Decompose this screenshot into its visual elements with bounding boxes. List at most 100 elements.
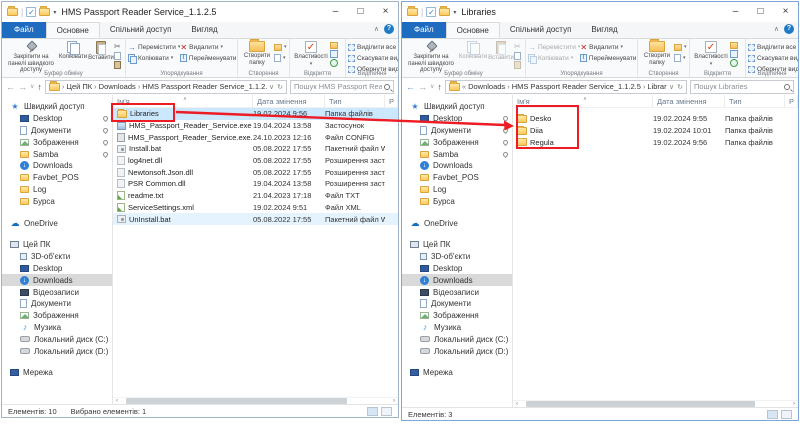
sidebar-item[interactable]: Desktop [402, 113, 512, 125]
sidebar-item[interactable]: Favbet_POS [402, 172, 512, 184]
rename-button[interactable]: IПерейменувати [180, 53, 236, 63]
qat-dropdown-icon[interactable]: ▾ [53, 9, 56, 16]
select-all-button[interactable]: Виділити все [348, 42, 398, 52]
select-all-button[interactable]: Виділити все [748, 42, 798, 52]
paste-shortcut-icon[interactable] [114, 61, 121, 69]
up-button[interactable]: ↑ [437, 82, 442, 92]
file-row[interactable]: UnInstall.bat 05.08.2022 17:55 Пакетний … [113, 213, 398, 225]
copy-to-button[interactable]: Копіювати▾ [128, 53, 180, 63]
minimize-button[interactable]: – [723, 2, 748, 22]
maximize-button[interactable]: □ [748, 2, 773, 22]
breadcrumb-segment[interactable]: HMS Passport Reader Service_1.1.2.5 [512, 82, 641, 91]
select-none-button[interactable]: Скасувати виділення [748, 53, 798, 63]
scrollbar-thumb[interactable] [526, 401, 755, 407]
ribbon-tab[interactable]: Основне [46, 22, 100, 38]
search-input[interactable]: Пошук Libraries [690, 80, 794, 94]
properties-qat-icon[interactable]: ✓ [26, 7, 36, 17]
sidebar-item[interactable]: Desktop [402, 263, 512, 275]
sidebar-item[interactable]: Favbet_POS [2, 172, 112, 184]
scroll-left-icon[interactable]: ‹ [113, 398, 121, 405]
qat-dropdown-icon[interactable]: ▾ [453, 9, 456, 16]
sidebar-item[interactable]: Downloads [402, 160, 512, 172]
open-icon[interactable] [330, 42, 338, 49]
ribbon-tab[interactable]: Вигляд [581, 22, 627, 38]
sidebar-item[interactable]: Локальний диск (C:) [2, 333, 112, 345]
icons-view-button[interactable] [781, 410, 792, 419]
history-icon[interactable] [730, 59, 738, 67]
sidebar-item[interactable]: Samba [2, 148, 112, 160]
sidebar-item[interactable]: Швидкий доступ [2, 101, 112, 113]
column-header-size[interactable]: Р [385, 95, 398, 108]
close-button[interactable]: × [373, 2, 398, 22]
pin-to-quick-access-button[interactable]: Закріпити на панелі швидкого доступу [404, 41, 458, 74]
back-button[interactable]: ← [6, 82, 15, 92]
sidebar-item[interactable]: Локальний диск (D:) [402, 345, 512, 357]
sidebar-item[interactable]: Мережа [402, 367, 512, 379]
properties-qat-icon[interactable]: ✓ [426, 7, 436, 17]
sidebar-item[interactable]: Музика [402, 322, 512, 334]
file-row[interactable]: Install.bat 05.08.2022 17:55 Пакетний фа… [113, 143, 398, 155]
breadcrumb-segment[interactable]: Цей ПК [66, 82, 92, 91]
quick-access-toolbar[interactable]: | ✓ ▾ [407, 7, 456, 17]
sidebar-item[interactable]: Downloads [2, 160, 112, 172]
column-header-date[interactable]: Дата змінення [653, 95, 725, 108]
back-button[interactable]: ← [406, 82, 415, 92]
tab-file[interactable]: Файл [402, 22, 446, 38]
refresh-icon[interactable]: ↻ [277, 83, 283, 91]
column-header-type[interactable]: Тип [325, 95, 385, 108]
column-header-type[interactable]: Тип [725, 95, 785, 108]
collapse-ribbon-icon[interactable]: ∧ [774, 25, 779, 33]
sidebar-item[interactable]: Швидкий доступ [402, 101, 512, 113]
file-row[interactable]: Diia 19.02.2024 10:01 Папка файлів [513, 125, 798, 137]
scroll-right-icon[interactable]: › [790, 401, 798, 408]
help-icon[interactable]: ? [384, 24, 394, 34]
sidebar-item[interactable]: Локальний диск (D:) [2, 345, 112, 357]
sidebar-item[interactable]: Зображення [2, 310, 112, 322]
sidebar-item[interactable]: Downloads [402, 274, 512, 286]
move-to-button[interactable]: →Перемістити▾ [528, 42, 580, 52]
address-dropdown-icon[interactable]: ∨ [269, 83, 274, 91]
edit-icon[interactable] [330, 50, 338, 58]
cut-icon[interactable]: ✂ [514, 42, 521, 51]
sidebar-item[interactable]: Зображення [402, 310, 512, 322]
copy-button[interactable]: Копіювати [458, 41, 488, 61]
ribbon-tab[interactable]: Спільний доступ [100, 22, 182, 38]
maximize-button[interactable]: □ [348, 2, 373, 22]
new-folder-button[interactable]: Створити папку [640, 41, 674, 66]
details-view-button[interactable] [767, 410, 778, 419]
file-row[interactable]: Newtonsoft.Json.dll 05.08.2022 17:55 Роз… [113, 166, 398, 178]
move-to-button[interactable]: →Перемістити▾ [128, 42, 180, 52]
scrollbar-thumb[interactable] [126, 398, 347, 404]
horizontal-scrollbar[interactable]: ‹ › [513, 400, 798, 407]
file-row[interactable]: HMS_Passport_Reader_Service.exe.config 2… [113, 131, 398, 143]
file-row[interactable]: ServiceSettings.xml 19.02.2024 9:51 Файл… [113, 202, 398, 214]
sidebar-item[interactable]: Цей ПК [2, 239, 112, 251]
sidebar-item[interactable]: Зображення [402, 136, 512, 148]
breadcrumb-segment[interactable]: Libraries [647, 82, 667, 91]
sidebar-item[interactable]: 3D-об'єкти [2, 251, 112, 263]
breadcrumb-segment[interactable]: Downloads [99, 82, 136, 91]
sidebar-item[interactable]: Цей ПК [402, 239, 512, 251]
collapse-ribbon-icon[interactable]: ∧ [374, 25, 379, 33]
sidebar-item[interactable]: Документи [2, 298, 112, 310]
file-row[interactable]: Desko 19.02.2024 9:55 Папка файлів [513, 113, 798, 125]
ribbon-tab[interactable]: Спільний доступ [500, 22, 582, 38]
horizontal-scrollbar[interactable]: ‹ › [113, 397, 398, 404]
sidebar-item[interactable]: 3D-об'єкти [402, 251, 512, 263]
sidebar-item[interactable]: Downloads [2, 274, 112, 286]
sidebar-item[interactable]: OneDrive [2, 217, 112, 229]
paste-button[interactable]: Вставити [488, 41, 514, 62]
tab-file[interactable]: Файл [2, 22, 46, 38]
recent-locations-icon[interactable]: ∨ [430, 83, 434, 90]
open-icon[interactable] [730, 42, 738, 49]
select-none-button[interactable]: Скасувати виділення [348, 53, 398, 63]
refresh-icon[interactable]: ↻ [677, 83, 683, 91]
cut-icon[interactable]: ✂ [114, 42, 121, 51]
sidebar-item[interactable]: Зображення [2, 136, 112, 148]
pin-to-quick-access-button[interactable]: Закріпити на панелі швидкого доступу [4, 41, 58, 74]
sidebar-item[interactable]: Документи [402, 298, 512, 310]
scroll-left-icon[interactable]: ‹ [513, 401, 521, 408]
minimize-button[interactable]: – [323, 2, 348, 22]
column-header-name[interactable]: Ім'я∧ [513, 95, 653, 108]
file-row[interactable]: Regula 19.02.2024 9:56 Папка файлів [513, 136, 798, 148]
